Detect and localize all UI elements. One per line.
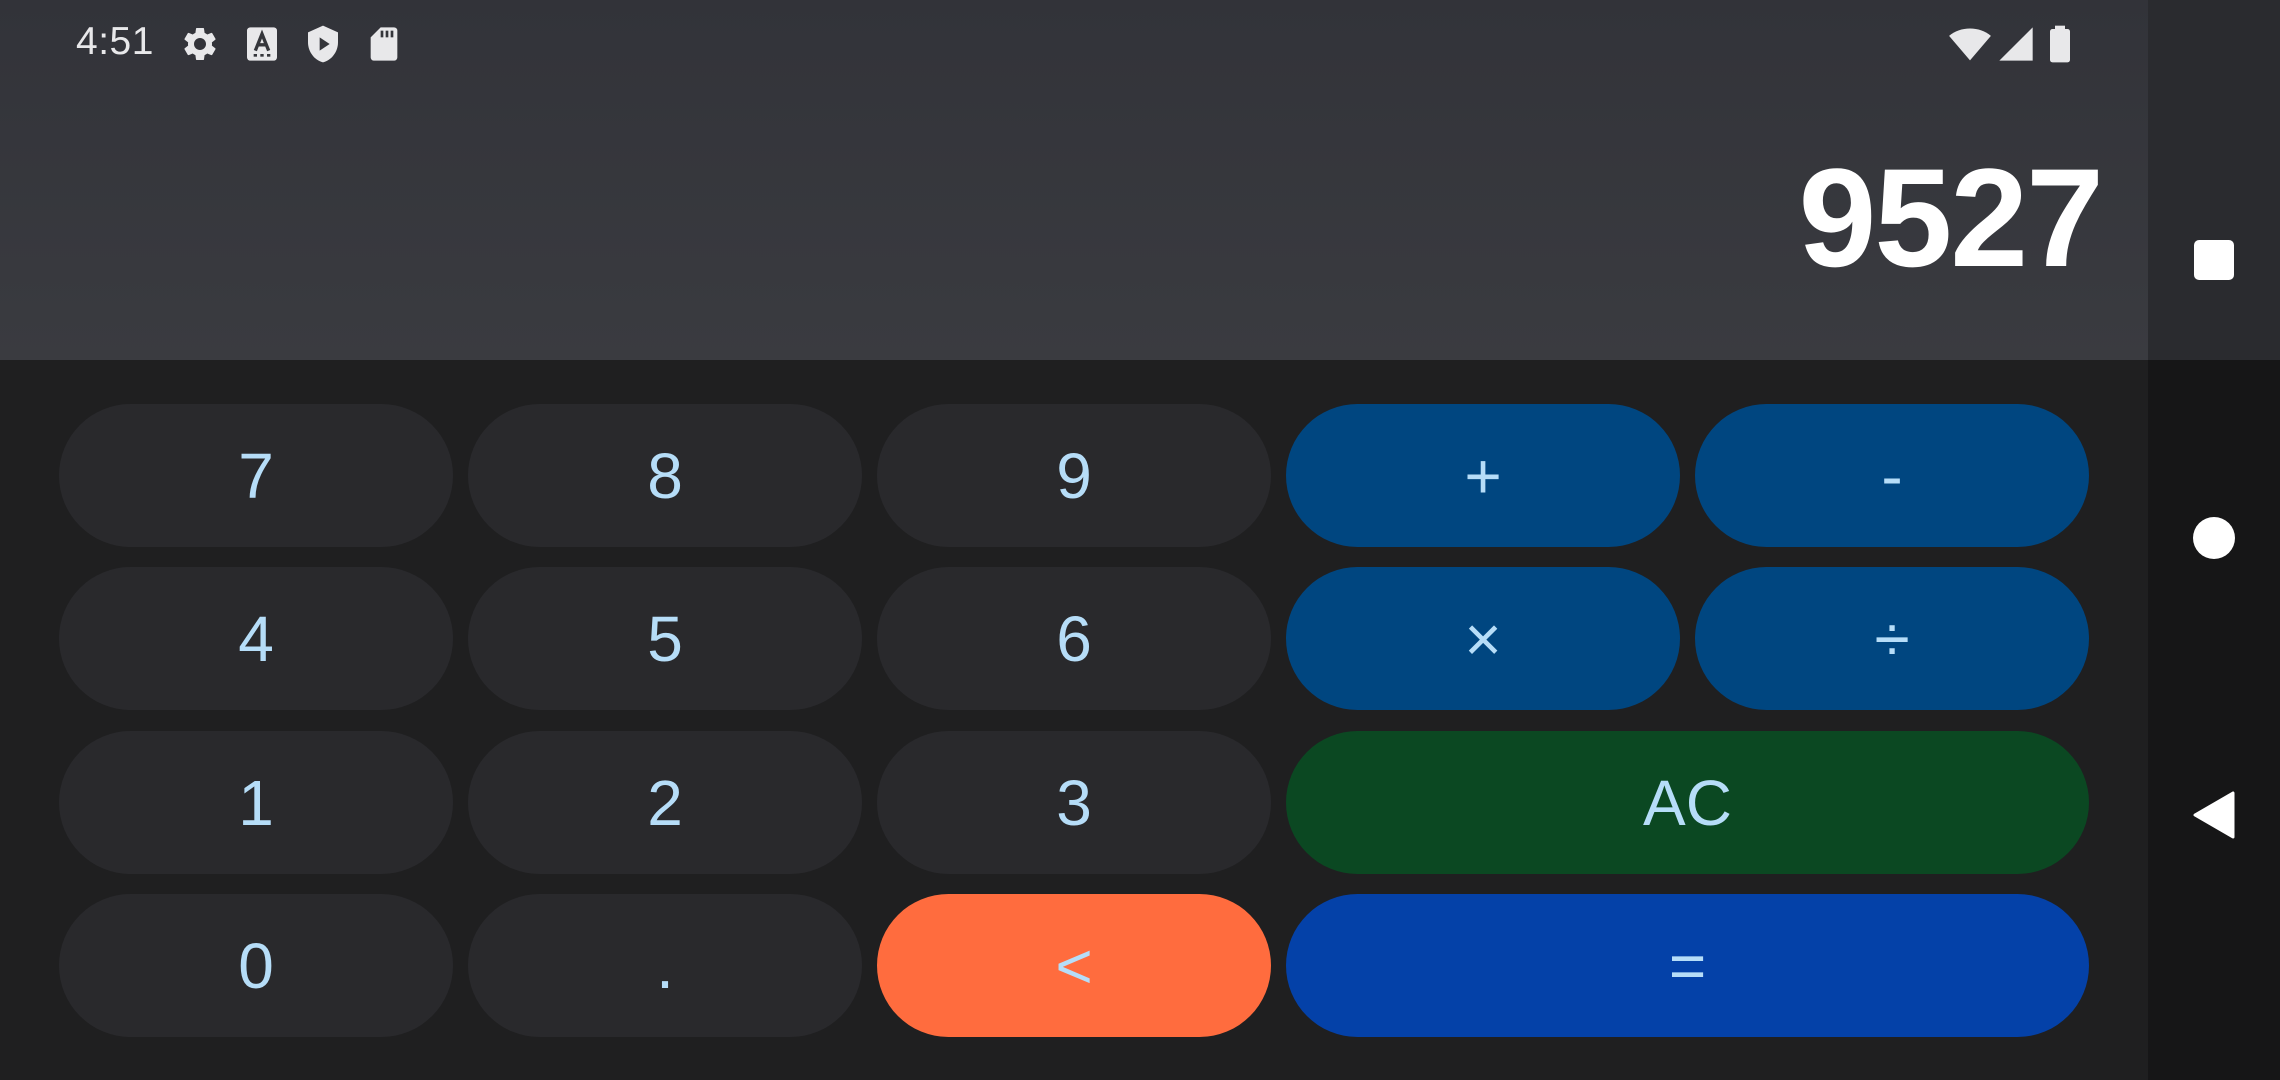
key-0[interactable]: 0 <box>59 894 453 1037</box>
key-label: 3 <box>1056 766 1092 839</box>
wifi-icon <box>1948 24 1992 64</box>
navigation-bar <box>2148 0 2280 1080</box>
keypad: 7 8 9 + - 4 5 6 × ÷ 1 2 3 AC 0 . < = <box>0 360 2148 1080</box>
key-label: + <box>1464 439 1502 512</box>
key-2[interactable]: 2 <box>468 731 862 874</box>
gear-icon <box>180 24 220 64</box>
recents-button[interactable] <box>2148 202 2280 322</box>
back-button[interactable] <box>2148 757 2280 877</box>
key-label: 4 <box>238 602 274 675</box>
status-time: 4:51 <box>76 20 154 63</box>
key-divide[interactable]: ÷ <box>1695 567 2089 710</box>
key-label: ÷ <box>1874 602 1910 675</box>
key-7[interactable]: 7 <box>59 404 453 547</box>
font-a-icon <box>242 24 282 64</box>
key-label: 6 <box>1056 602 1092 675</box>
play-protect-shield-icon <box>303 24 343 64</box>
result-display: 9527 <box>1798 139 2104 296</box>
key-label: 9 <box>1056 439 1092 512</box>
key-1[interactable]: 1 <box>59 731 453 874</box>
cell-signal-icon <box>1996 24 2036 64</box>
key-label: . <box>656 929 674 1002</box>
key-plus[interactable]: + <box>1286 404 1680 547</box>
status-bar: 4:51 <box>0 0 2148 88</box>
key-decimal-point[interactable]: . <box>468 894 862 1037</box>
key-4[interactable]: 4 <box>59 567 453 710</box>
key-minus[interactable]: - <box>1695 404 2089 547</box>
key-label: 7 <box>238 439 274 512</box>
equals-button[interactable]: = <box>1286 894 2089 1037</box>
key-6[interactable]: 6 <box>877 567 1271 710</box>
sd-card-icon <box>364 24 404 64</box>
recents-square-icon <box>2193 239 2235 286</box>
back-triangle-icon <box>2192 791 2236 844</box>
key-label: AC <box>1643 766 1732 839</box>
key-8[interactable]: 8 <box>468 404 862 547</box>
calculator-app: 4:51 9527 7 8 9 + - 4 5 6 × ÷ 1 2 3 AC 0… <box>0 0 2148 1080</box>
display-panel: 4:51 9527 <box>0 0 2148 360</box>
key-label: 0 <box>238 929 274 1002</box>
key-label: × <box>1464 602 1502 675</box>
key-label: 1 <box>238 766 274 839</box>
screen: 4:51 9527 7 8 9 + - 4 5 6 × ÷ 1 2 3 AC 0… <box>0 0 2280 1080</box>
key-3[interactable]: 3 <box>877 731 1271 874</box>
key-5[interactable]: 5 <box>468 567 862 710</box>
key-label: 5 <box>647 602 683 675</box>
key-9[interactable]: 9 <box>877 404 1271 547</box>
battery-icon <box>2044 24 2076 64</box>
key-label: - <box>1881 439 1903 512</box>
clear-all-button[interactable]: AC <box>1286 731 2089 874</box>
key-label: = <box>1668 929 1707 1002</box>
home-circle-icon <box>2192 516 2236 565</box>
key-label: 2 <box>647 766 683 839</box>
key-label: < <box>1055 929 1093 1002</box>
key-multiply[interactable]: × <box>1286 567 1680 710</box>
key-label: 8 <box>647 439 683 512</box>
backspace-button[interactable]: < <box>877 894 1271 1037</box>
home-button[interactable] <box>2148 480 2280 600</box>
